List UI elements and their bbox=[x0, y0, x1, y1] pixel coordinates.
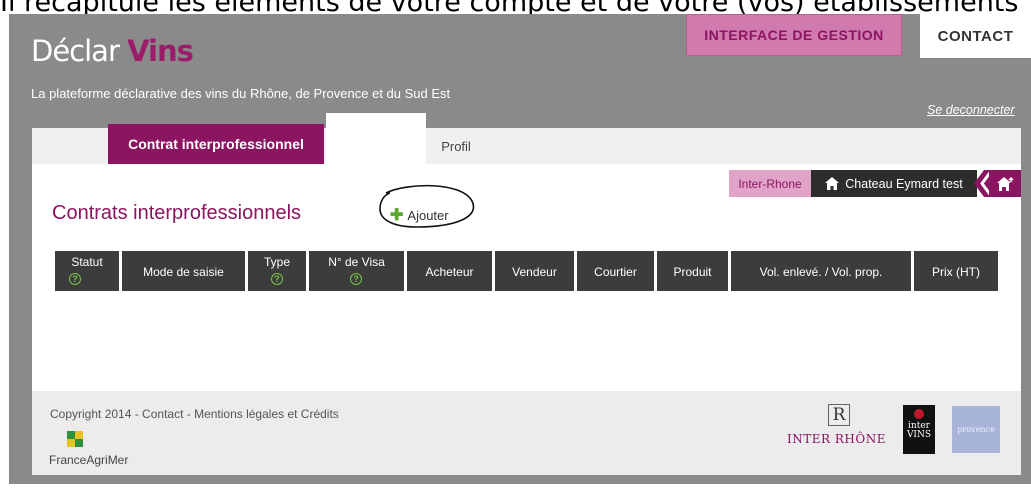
tagline: La plateforme déclarative des vins du Rh… bbox=[31, 86, 451, 101]
column-header-volume[interactable]: Vol. enlevé. / Vol. prop. bbox=[731, 251, 911, 291]
franceagrimer-logo-mark bbox=[67, 431, 83, 447]
tab-blank[interactable] bbox=[326, 113, 426, 164]
column-header-type[interactable]: Type ? bbox=[248, 251, 306, 291]
add-button[interactable]: ✚ Ajouter bbox=[390, 207, 449, 224]
home-up-button[interactable] bbox=[989, 170, 1021, 197]
logo[interactable]: Déclar Vins bbox=[31, 34, 194, 68]
column-header-courtier[interactable]: Courtier bbox=[577, 251, 654, 291]
provence-logo[interactable]: provence bbox=[952, 406, 1000, 453]
column-header-visa[interactable]: N° de Visa ? bbox=[309, 251, 404, 291]
intervins-line2: VINS bbox=[906, 430, 932, 440]
breadcrumb-org[interactable]: Inter-Rhone bbox=[729, 170, 811, 197]
home-up-icon bbox=[997, 176, 1014, 191]
help-icon[interactable]: ? bbox=[69, 273, 81, 285]
logo-part1: Déclar bbox=[31, 34, 120, 68]
home-icon bbox=[825, 177, 840, 190]
breadcrumb-establishment[interactable]: Chateau Eymard test bbox=[811, 170, 977, 197]
logo-part2: Vins bbox=[127, 34, 194, 68]
help-icon[interactable]: ? bbox=[350, 273, 362, 285]
copyright-text[interactable]: Copyright 2014 - Contact - Mentions léga… bbox=[50, 407, 339, 421]
page-title: Contrats interprofessionnels bbox=[52, 202, 302, 224]
plus-icon: ✚ bbox=[390, 207, 404, 224]
logout-link[interactable]: Se deconnecter bbox=[927, 103, 1015, 117]
interrhone-logo-mark: R bbox=[828, 404, 850, 426]
column-header-acheteur[interactable]: Acheteur bbox=[407, 251, 492, 291]
column-header-produit[interactable]: Produit bbox=[657, 251, 728, 291]
column-header-prix[interactable]: Prix (HT) bbox=[914, 251, 998, 291]
tab-profil[interactable]: Profil bbox=[426, 128, 486, 164]
gestion-button[interactable]: INTERFACE DE GESTION bbox=[686, 14, 902, 56]
breadcrumb-establishment-label: Chateau Eymard test bbox=[845, 176, 963, 191]
interrhone-logo[interactable]: INTER RHÔNE bbox=[787, 432, 886, 446]
add-label: Ajouter bbox=[407, 208, 449, 223]
help-icon[interactable]: ? bbox=[271, 273, 283, 285]
column-header-vendeur[interactable]: Vendeur bbox=[495, 251, 574, 291]
tab-contrat[interactable]: Contrat interprofessionnel bbox=[108, 124, 324, 164]
franceagrimer-logo[interactable]: FranceAgriMer bbox=[49, 453, 128, 467]
column-header-mode-de-saisie[interactable]: Mode de saisie bbox=[122, 251, 245, 291]
column-header-statut[interactable]: Statut ? bbox=[55, 251, 119, 291]
intervins-logo[interactable]: inter VINS bbox=[903, 405, 935, 454]
contact-button[interactable]: CONTACT bbox=[920, 14, 1031, 58]
